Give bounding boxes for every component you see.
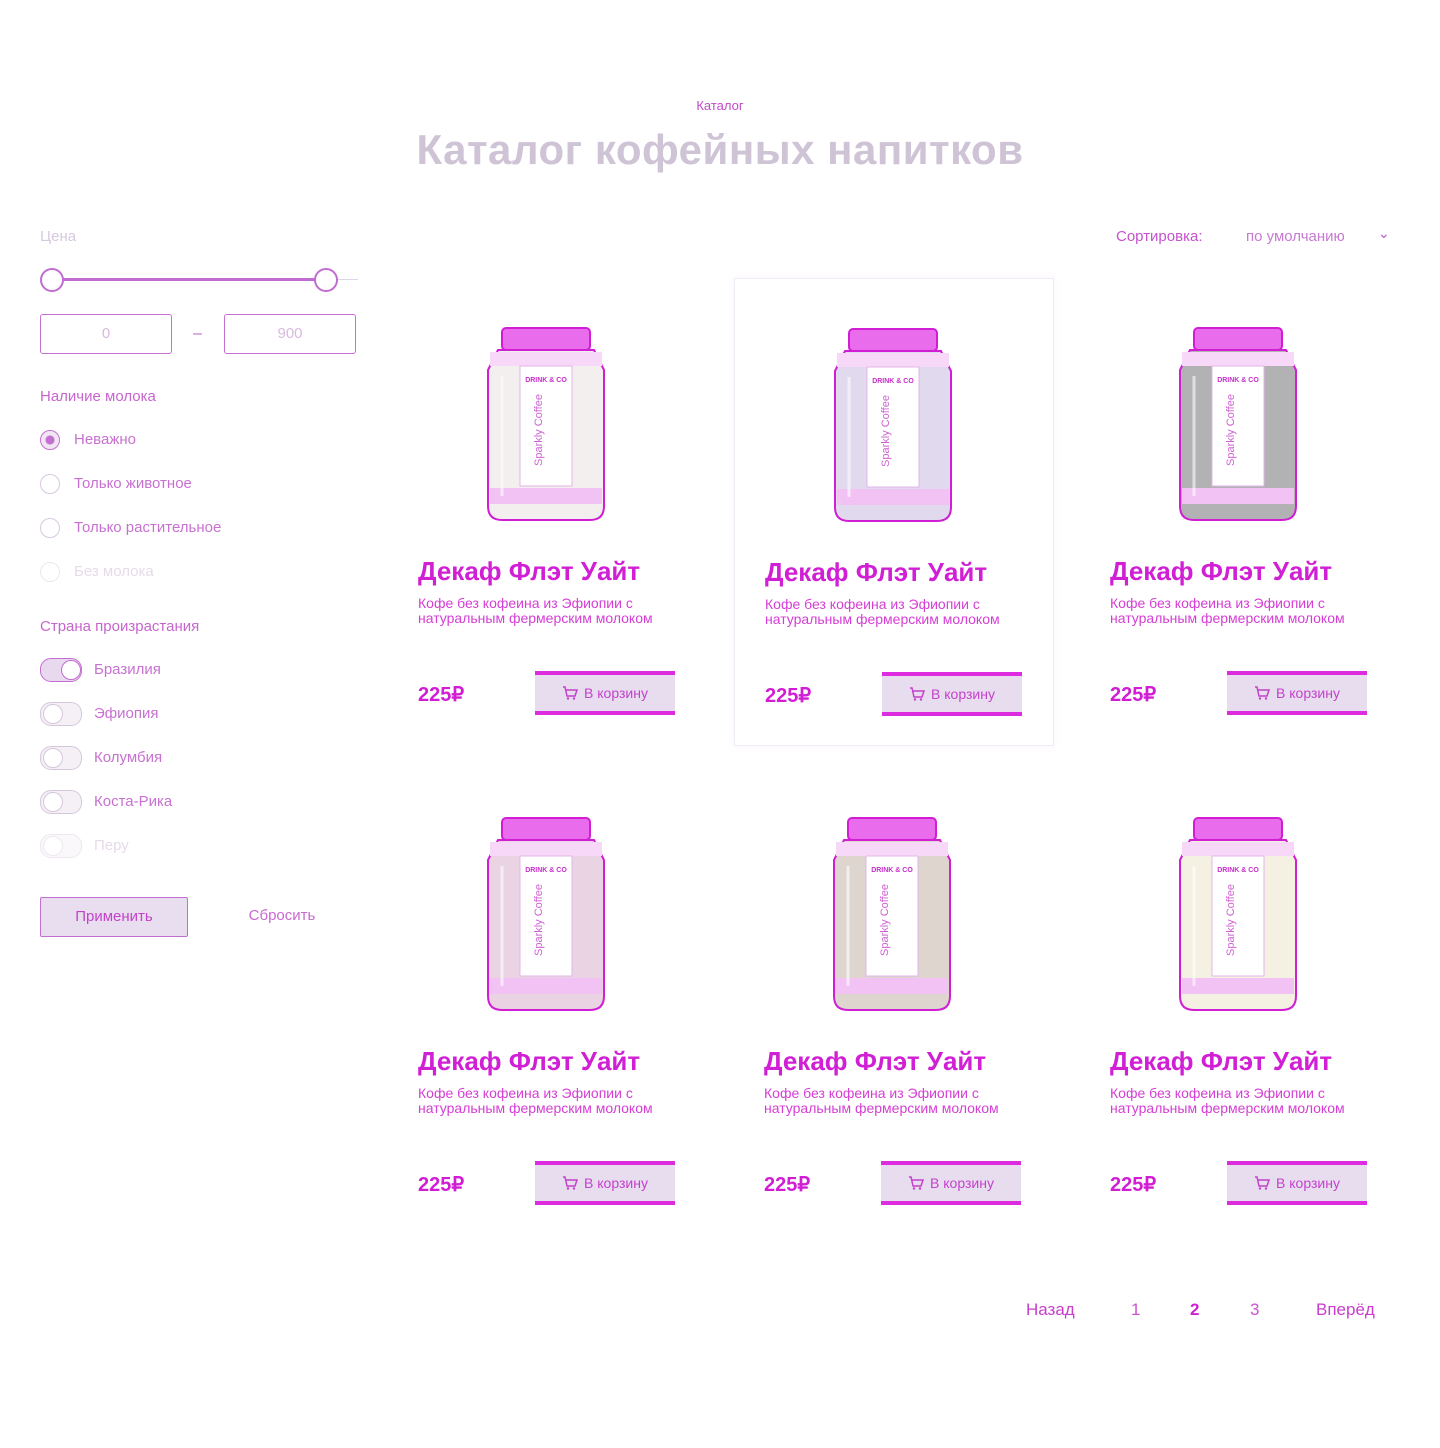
reset-button[interactable]: Сбросить (220, 897, 344, 935)
add-to-cart-button[interactable]: В корзину (535, 1161, 675, 1205)
product-price: 225₽ (765, 685, 812, 707)
country-toggle-3[interactable] (40, 790, 82, 814)
country-toggle-0[interactable] (40, 658, 82, 682)
jar-side-label: Sparkly Coffee (1225, 884, 1237, 956)
apply-button[interactable]: Применить (40, 897, 188, 937)
jar-brand-label: DRINK & CO (871, 867, 913, 874)
milk-radio-1[interactable] (40, 474, 60, 494)
sort-select[interactable]: по умолчанию (1246, 228, 1345, 245)
product-description: Кофе без кофеина из Эфиопии с натуральны… (1110, 595, 1345, 626)
product-title[interactable]: Декаф Флэт Уайт (418, 1046, 640, 1077)
country-option-label[interactable]: Перу (94, 837, 129, 854)
cart-icon (1255, 686, 1271, 700)
jar-brand-label: DRINK & CO (525, 377, 567, 384)
product-description: Кофе без кофеина из Эфиопии с натуральны… (418, 1085, 653, 1116)
product-title[interactable]: Декаф Флэт Уайт (765, 557, 987, 588)
product-image[interactable]: DRINK & CO Sparkly Coffee (1172, 326, 1304, 524)
product-title[interactable]: Декаф Флэт Уайт (764, 1046, 986, 1077)
price-filter-label: Цена (40, 228, 77, 245)
pagination-page-1[interactable]: 1 (1131, 1300, 1140, 1320)
pagination-page-3[interactable]: 3 (1250, 1300, 1259, 1320)
jar-side-label: Sparkly Coffee (879, 884, 891, 956)
product-price: 225₽ (418, 1174, 465, 1196)
milk-option-label[interactable]: Только растительное (74, 519, 221, 536)
price-slider-track[interactable] (52, 278, 324, 281)
country-toggle-4[interactable] (40, 834, 82, 858)
price-slider-min-handle[interactable] (40, 268, 64, 292)
cart-icon (910, 687, 926, 701)
milk-radio-2[interactable] (40, 518, 60, 538)
chevron-down-icon[interactable]: ⌄ (1378, 225, 1390, 242)
country-option-label[interactable]: Бразилия (94, 661, 161, 678)
jar-brand-label: DRINK & CO (525, 867, 567, 874)
product-image[interactable]: DRINK & CO Sparkly Coffee (826, 816, 958, 1014)
jar-side-label: Sparkly Coffee (1225, 394, 1237, 466)
country-toggle-2[interactable] (40, 746, 82, 770)
product-title[interactable]: Декаф Флэт Уайт (1110, 556, 1332, 587)
product-card[interactable]: DRINK & CO Sparkly Coffee Декаф Флэт Уайт К… (734, 768, 1052, 1234)
country-option-label[interactable]: Колумбия (94, 749, 162, 766)
product-image[interactable]: DRINK & CO Sparkly Coffee (827, 327, 959, 525)
add-to-cart-button[interactable]: В корзину (1227, 1161, 1367, 1205)
page-title: Каталог кофейных напитков (416, 126, 1024, 173)
jar-brand-label: DRINK & CO (1217, 377, 1259, 384)
cart-icon (909, 1176, 925, 1190)
product-description: Кофе без кофеина из Эфиопии с натуральны… (764, 1085, 999, 1116)
add-to-cart-label: В корзину (931, 686, 995, 702)
product-image[interactable]: DRINK & CO Sparkly Coffee (480, 816, 612, 1014)
product-description: Кофе без кофеина из Эфиопии с натуральны… (1110, 1085, 1345, 1116)
jar-brand-label: DRINK & CO (1217, 867, 1259, 874)
price-separator: – (193, 325, 202, 342)
jar-side-label: Sparkly Coffee (533, 884, 545, 956)
add-to-cart-button[interactable]: В корзину (882, 672, 1022, 716)
milk-option-label[interactable]: Неважно (74, 431, 136, 448)
add-to-cart-label: В корзину (584, 1175, 648, 1191)
add-to-cart-label: В корзину (1276, 1175, 1340, 1191)
country-toggle-1[interactable] (40, 702, 82, 726)
product-image[interactable]: DRINK & CO Sparkly Coffee (480, 326, 612, 524)
breadcrumb[interactable]: Каталог (0, 98, 1440, 113)
add-to-cart-label: В корзину (1276, 685, 1340, 701)
add-to-cart-label: В корзину (930, 1175, 994, 1191)
product-title[interactable]: Декаф Флэт Уайт (418, 556, 640, 587)
milk-option-label[interactable]: Только животное (74, 475, 192, 492)
milk-option-label[interactable]: Без молока (74, 563, 154, 580)
milk-radio-0[interactable] (40, 430, 60, 450)
country-option-label[interactable]: Эфиопия (94, 705, 158, 722)
cart-icon (563, 686, 579, 700)
jar-brand-label: DRINK & CO (872, 378, 914, 385)
product-price: 225₽ (764, 1174, 811, 1196)
product-price: 225₽ (1110, 684, 1157, 706)
product-title[interactable]: Декаф Флэт Уайт (1110, 1046, 1332, 1077)
product-price: 225₽ (1110, 1174, 1157, 1196)
jar-side-label: Sparkly Coffee (880, 395, 892, 467)
cart-icon (563, 1176, 579, 1190)
product-card[interactable]: DRINK & CO Sparkly Coffee Декаф Флэт Уайт К… (1080, 278, 1398, 744)
product-description: Кофе без кофеина из Эфиопии с натуральны… (765, 596, 1000, 627)
product-card[interactable]: DRINK & CO Sparkly Coffee Декаф Флэт Уайт К… (388, 768, 706, 1234)
price-max-input[interactable]: 900 (224, 314, 356, 354)
milk-radio-3[interactable] (40, 562, 60, 582)
milk-filter-label: Наличие молока (40, 388, 156, 405)
cart-icon (1255, 1176, 1271, 1190)
price-min-input[interactable]: 0 (40, 314, 172, 354)
pagination-next[interactable]: Вперёд (1316, 1300, 1375, 1320)
pagination-prev[interactable]: Назад (1026, 1300, 1075, 1320)
add-to-cart-button[interactable]: В корзину (535, 671, 675, 715)
pagination-page-2[interactable]: 2 (1190, 1300, 1199, 1320)
add-to-cart-label: В корзину (584, 685, 648, 701)
country-option-label[interactable]: Коста-Рика (94, 793, 172, 810)
product-card[interactable]: DRINK & CO Sparkly Coffee Декаф Флэт Уайт К… (388, 278, 706, 744)
product-card[interactable]: DRINK & CO Sparkly Coffee Декаф Флэт Уайт К… (1080, 768, 1398, 1234)
add-to-cart-button[interactable]: В корзину (1227, 671, 1367, 715)
product-description: Кофе без кофеина из Эфиопии с натуральны… (418, 595, 653, 626)
add-to-cart-button[interactable]: В корзину (881, 1161, 1021, 1205)
jar-side-label: Sparkly Coffee (533, 394, 545, 466)
country-filter-label: Страна произрастания (40, 618, 200, 635)
product-image[interactable]: DRINK & CO Sparkly Coffee (1172, 816, 1304, 1014)
price-slider-max-handle[interactable] (314, 268, 338, 292)
product-price: 225₽ (418, 684, 465, 706)
sort-label: Сортировка: (1116, 228, 1203, 245)
product-card[interactable]: DRINK & CO Sparkly Coffee Декаф Флэт Уайт К… (734, 278, 1054, 746)
